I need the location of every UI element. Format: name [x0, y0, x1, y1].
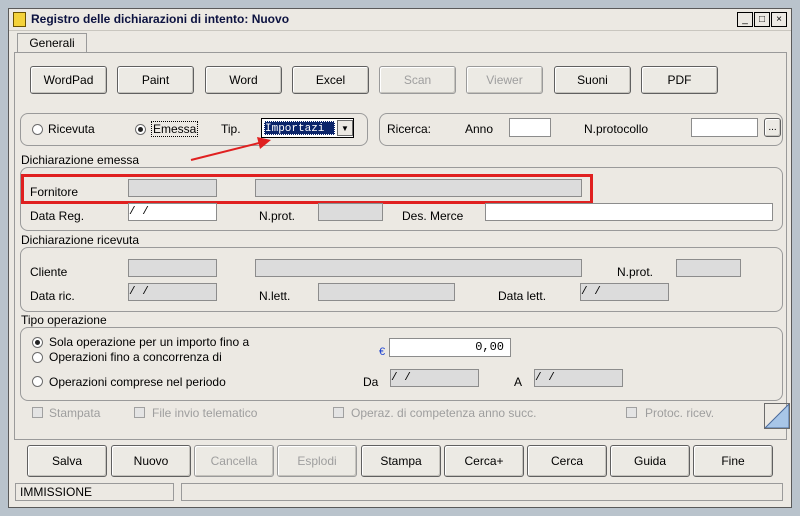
app-icon — [13, 12, 26, 27]
file-invio-label: File invio telematico — [152, 406, 258, 420]
operazione-heading: Tipo operazione — [21, 313, 107, 327]
data-lett-label: Data lett. — [498, 289, 547, 303]
da-label: Da — [363, 375, 379, 389]
word-button[interactable]: Word — [205, 66, 282, 94]
ricevuta-heading: Dichiarazione ricevuta — [21, 233, 140, 247]
status-message — [181, 483, 783, 501]
opt3-label: Operazioni comprese nel periodo — [49, 375, 226, 389]
corner-triangle-icon[interactable] — [764, 403, 790, 429]
data-lett-input[interactable]: / / — [580, 283, 669, 301]
nuovo-button[interactable]: Nuovo — [111, 445, 191, 477]
des-merce-input[interactable] — [485, 203, 773, 221]
nprot-ricevuta-input[interactable] — [676, 259, 741, 277]
tab-generali[interactable]: Generali — [17, 33, 87, 53]
euro-icon: € — [379, 346, 386, 358]
nlett-input[interactable] — [318, 283, 455, 301]
close-button[interactable]: × — [771, 12, 787, 27]
a-input[interactable]: / / — [534, 369, 623, 387]
emessa-radio[interactable] — [135, 124, 146, 135]
cancella-button[interactable]: Cancella — [194, 445, 274, 477]
stampa-button[interactable]: Stampa — [361, 445, 441, 477]
opt1-radio[interactable] — [32, 337, 43, 348]
scan-button[interactable]: Scan — [379, 66, 456, 94]
file-invio-checkbox[interactable] — [134, 407, 145, 418]
wordpad-button[interactable]: WordPad — [30, 66, 107, 94]
fine-button[interactable]: Fine — [693, 445, 773, 477]
suoni-button[interactable]: Suoni — [554, 66, 631, 94]
minimize-button[interactable]: _ — [737, 12, 753, 27]
main-window: Registro delle dichiarazioni di intento:… — [8, 8, 792, 508]
lookup-button[interactable]: ... — [764, 118, 781, 137]
esplodi-button[interactable]: Esplodi — [277, 445, 357, 477]
nprotocollo-label: N.protocollo — [584, 122, 649, 136]
anno-input[interactable] — [509, 118, 551, 137]
ricevuta-group — [20, 247, 783, 312]
window-title: Registro delle dichiarazioni di intento:… — [31, 12, 290, 26]
protoc-checkbox[interactable] — [626, 407, 637, 418]
ricevuta-radio[interactable] — [32, 124, 43, 135]
cliente-label: Cliente — [30, 265, 68, 279]
stampata-label: Stampata — [49, 406, 101, 420]
data-reg-label: Data Reg. — [30, 209, 85, 223]
guida-button[interactable]: Guida — [610, 445, 690, 477]
des-merce-label: Des. Merce — [402, 209, 464, 223]
operaz-label: Operaz. di competenza anno succ. — [351, 406, 537, 420]
cliente-code-input[interactable] — [128, 259, 217, 277]
stampata-checkbox[interactable] — [32, 407, 43, 418]
data-reg-input[interactable]: / / — [128, 203, 217, 221]
opt2-radio[interactable] — [32, 352, 43, 363]
ricerca-label: Ricerca: — [387, 122, 432, 136]
protoc-label: Protoc. ricev. — [645, 406, 715, 420]
cercaplus-button[interactable]: Cerca+ — [444, 445, 524, 477]
pdf-button[interactable]: PDF — [641, 66, 718, 94]
highlight-box — [21, 174, 593, 204]
opt3-radio[interactable] — [32, 376, 43, 387]
status-mode: IMMISSIONE — [15, 483, 174, 501]
a-label: A — [514, 375, 523, 389]
opt2-label: Operazioni fino a concorrenza di — [49, 350, 222, 364]
operaz-checkbox[interactable] — [333, 407, 344, 418]
cliente-name-input[interactable] — [255, 259, 582, 277]
salva-button[interactable]: Salva — [27, 445, 107, 477]
da-input[interactable]: / / — [390, 369, 479, 387]
nlett-label: N.lett. — [259, 289, 291, 303]
nprot-ricevuta-label: N.prot. — [617, 265, 654, 279]
annotation-arrow — [190, 137, 271, 161]
opt1-label: Sola operazione per un importo fino a — [49, 335, 250, 349]
viewer-button[interactable]: Viewer — [466, 66, 543, 94]
excel-button[interactable]: Excel — [292, 66, 369, 94]
cerca-button[interactable]: Cerca — [527, 445, 607, 477]
ricevuta-label: Ricevuta — [48, 122, 95, 136]
emessa-heading: Dichiarazione emessa — [21, 153, 140, 167]
anno-label: Anno — [465, 122, 494, 136]
nprot-emessa-input[interactable] — [318, 203, 383, 221]
paint-button[interactable]: Paint — [117, 66, 194, 94]
amount-input[interactable]: 0,00 — [389, 338, 511, 357]
data-ric-label: Data ric. — [30, 289, 75, 303]
nprot-emessa-label: N.prot. — [259, 209, 296, 223]
maximize-button[interactable]: □ — [754, 12, 770, 27]
chevron-down-icon[interactable]: ▼ — [337, 120, 353, 136]
nprotocollo-input[interactable] — [691, 118, 758, 137]
data-ric-input[interactable]: / / — [128, 283, 217, 301]
title-bar[interactable]: Registro delle dichiarazioni di intento:… — [9, 9, 791, 31]
